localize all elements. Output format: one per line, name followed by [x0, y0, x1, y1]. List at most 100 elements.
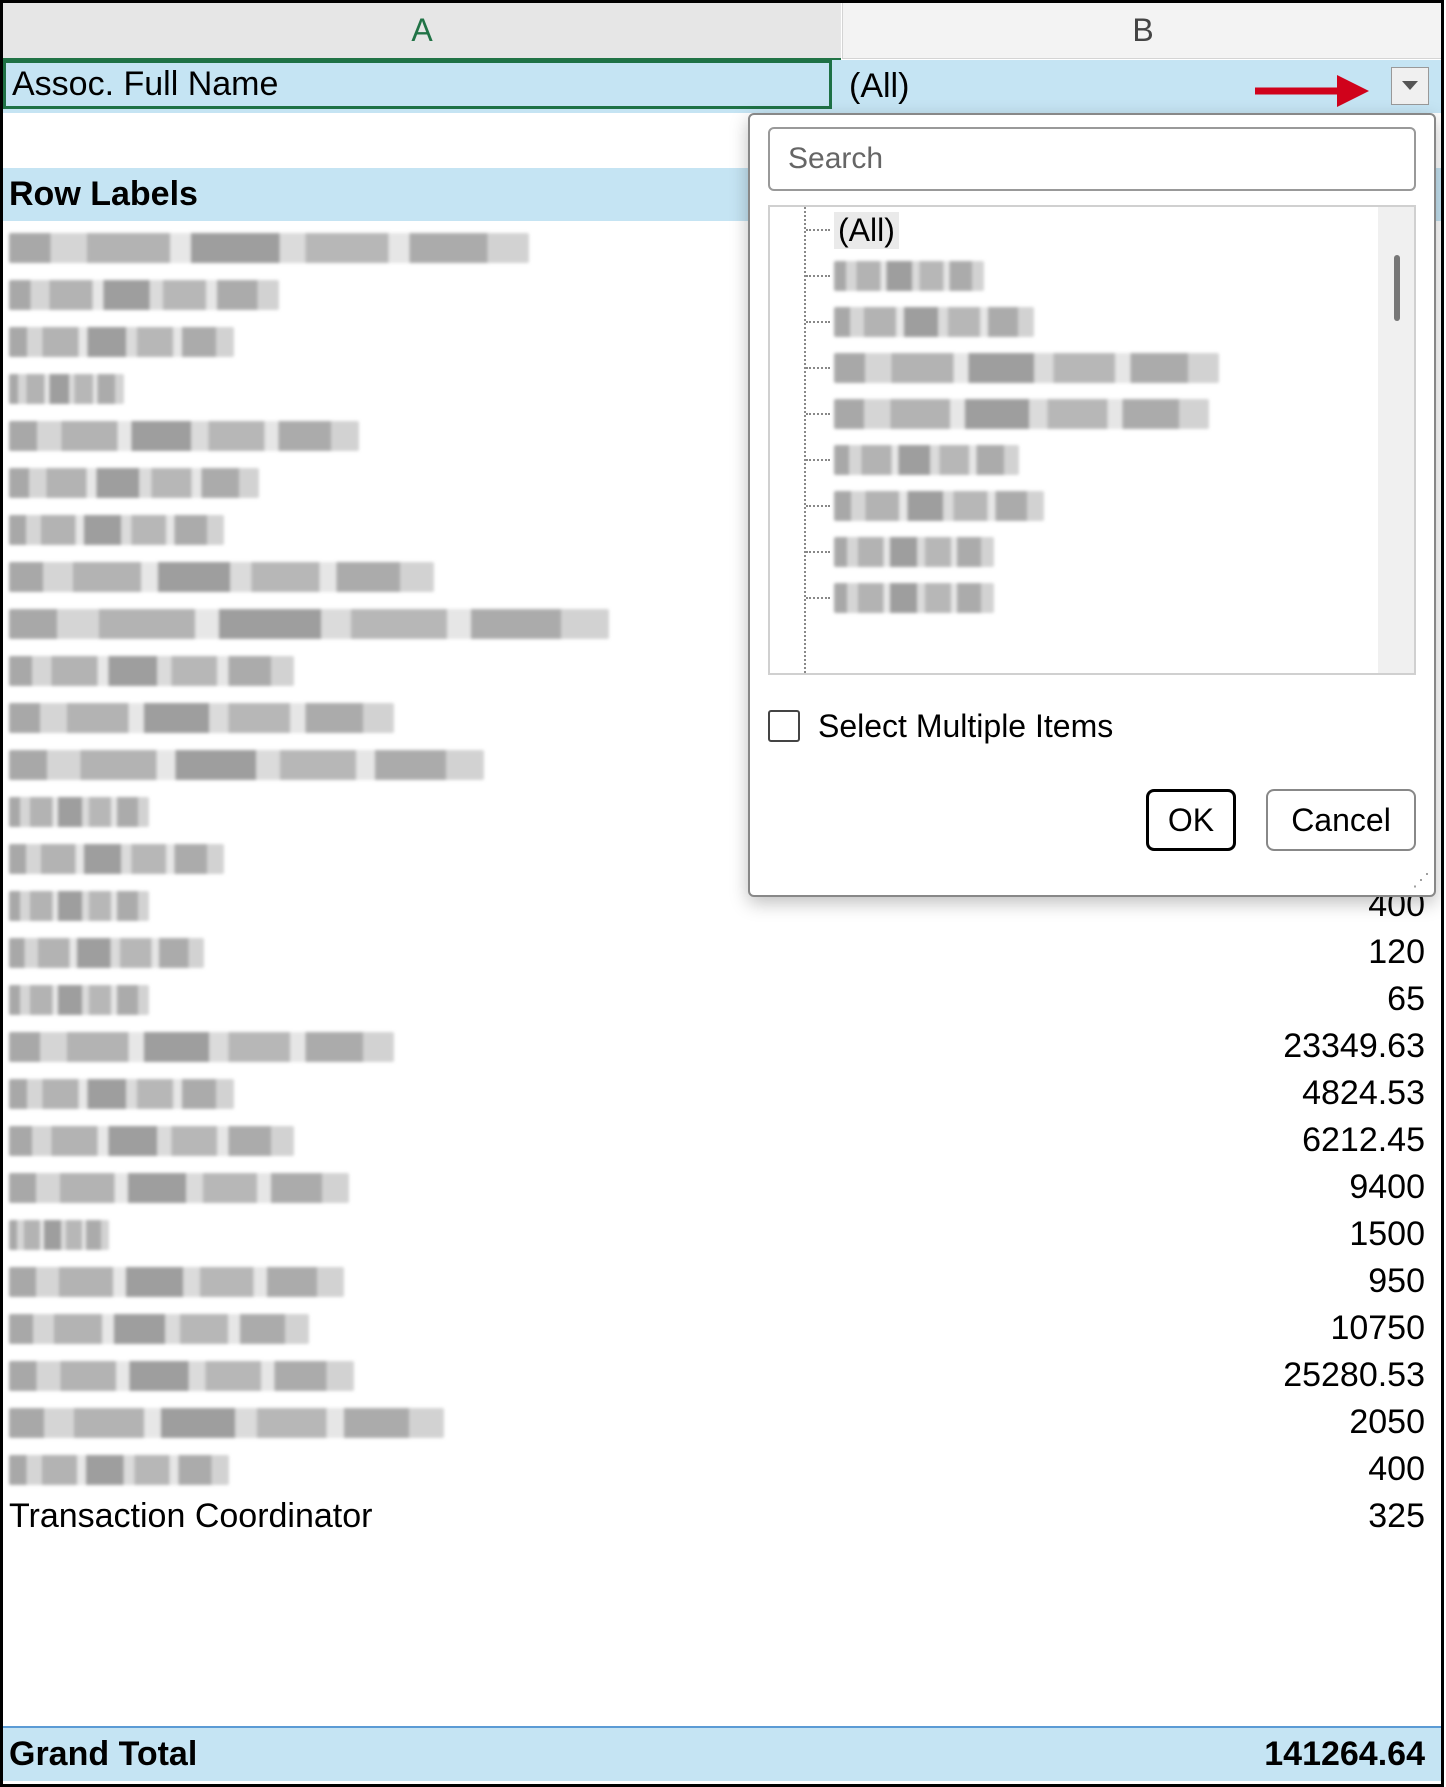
row-label[interactable]	[3, 1396, 839, 1449]
filter-item-all[interactable]: (All)	[806, 207, 899, 253]
filter-item[interactable]	[806, 437, 1019, 483]
pivot-row: 120	[3, 926, 1441, 979]
redacted-name	[9, 890, 149, 921]
redacted-name	[834, 307, 1034, 337]
row-label[interactable]	[3, 409, 839, 462]
ok-button[interactable]: OK	[1146, 789, 1236, 851]
row-label[interactable]	[3, 879, 839, 932]
row-value[interactable]: 325	[1368, 1490, 1425, 1543]
row-value[interactable]: 2050	[1349, 1396, 1425, 1449]
grand-total-label: Grand Total	[9, 1735, 198, 1773]
redacted-name	[9, 984, 149, 1015]
row-value[interactable]: 4824.53	[1302, 1067, 1425, 1120]
row-label[interactable]	[3, 832, 839, 885]
row-label[interactable]	[3, 691, 839, 744]
row-value[interactable]: 950	[1368, 1255, 1425, 1308]
row-label[interactable]	[3, 597, 839, 650]
redacted-name	[9, 1407, 444, 1438]
scrollbar-thumb[interactable]	[1394, 255, 1400, 321]
filter-item[interactable]	[806, 483, 1044, 529]
pivot-row: 2050	[3, 1396, 1441, 1449]
row-value[interactable]: 1500	[1349, 1208, 1425, 1261]
resize-grip-icon[interactable]: ⋰	[1412, 870, 1430, 891]
row-label[interactable]	[3, 644, 839, 697]
pivot-row: 6212.45	[3, 1114, 1441, 1167]
redacted-name	[834, 537, 994, 567]
row-label[interactable]	[3, 1302, 839, 1355]
row-labels-header[interactable]: Row Labels	[3, 168, 839, 221]
cancel-button[interactable]: Cancel	[1266, 789, 1416, 851]
redacted-name	[9, 561, 434, 592]
pivot-row: 1500	[3, 1208, 1441, 1261]
redacted-name	[9, 796, 149, 827]
spreadsheet-window: A B Assoc. Full Name (All) Row Labels 28…	[0, 0, 1444, 1787]
row-label[interactable]: Transaction Coordinator	[3, 1490, 839, 1543]
list-scrollbar[interactable]	[1378, 207, 1414, 673]
row-label[interactable]	[3, 738, 839, 791]
redacted-name	[9, 1031, 394, 1062]
filter-item[interactable]	[806, 345, 1219, 391]
redacted-name	[9, 514, 224, 545]
pivot-row: 9400	[3, 1161, 1441, 1214]
select-multiple-items[interactable]: Select Multiple Items	[768, 703, 1113, 749]
filter-item-list[interactable]: (All)	[768, 205, 1416, 675]
row-label[interactable]	[3, 1255, 839, 1308]
row-value[interactable]: 120	[1368, 926, 1425, 979]
column-header-a[interactable]: A	[3, 3, 841, 61]
row-label[interactable]	[3, 268, 839, 321]
redacted-name	[9, 420, 359, 451]
row-label[interactable]	[3, 1067, 839, 1120]
row-label[interactable]	[3, 221, 839, 274]
select-multiple-checkbox[interactable]	[768, 710, 800, 742]
redacted-name	[9, 1266, 344, 1297]
filter-item[interactable]	[806, 299, 1034, 345]
row-value[interactable]: 400	[1368, 1443, 1425, 1496]
redacted-name	[834, 491, 1044, 521]
row-label[interactable]	[3, 550, 839, 603]
search-input[interactable]	[768, 127, 1416, 191]
row-label[interactable]	[3, 503, 839, 556]
filter-item[interactable]	[806, 575, 994, 621]
redacted-name	[834, 445, 1019, 475]
redacted-name	[834, 353, 1219, 383]
redacted-name	[9, 655, 294, 686]
row-label[interactable]	[3, 315, 839, 368]
column-header-b[interactable]: B	[842, 3, 1441, 59]
row-label[interactable]	[3, 926, 839, 979]
row-label[interactable]	[3, 973, 839, 1026]
grand-total-row: Grand Total 141264.64	[3, 1726, 1441, 1781]
filter-dropdown-button[interactable]	[1391, 67, 1429, 105]
redacted-name	[9, 373, 124, 404]
pivot-row: 23349.63	[3, 1020, 1441, 1073]
row-label[interactable]	[3, 1349, 839, 1402]
grand-total-value: 141264.64	[1264, 1735, 1425, 1773]
row-label[interactable]	[3, 785, 839, 838]
redacted-name	[9, 1360, 354, 1391]
row-label[interactable]	[3, 1161, 839, 1214]
filter-field-label[interactable]: Assoc. Full Name	[3, 60, 832, 109]
row-value[interactable]: 65	[1387, 973, 1425, 1026]
row-value[interactable]: 6212.45	[1302, 1114, 1425, 1167]
row-value[interactable]: 23349.63	[1283, 1020, 1425, 1073]
filter-item-all-label: (All)	[834, 211, 899, 249]
row-label[interactable]	[3, 362, 839, 415]
filter-item[interactable]	[806, 529, 994, 575]
row-label[interactable]	[3, 1114, 839, 1167]
row-label[interactable]	[3, 1208, 839, 1261]
redacted-name	[834, 261, 984, 291]
redacted-name	[9, 843, 224, 874]
redacted-name	[9, 467, 259, 498]
redacted-name	[9, 749, 484, 780]
redacted-name	[9, 1219, 109, 1250]
row-label[interactable]	[3, 456, 839, 509]
filter-item[interactable]	[806, 253, 984, 299]
row-value[interactable]: 9400	[1349, 1161, 1425, 1214]
filter-item[interactable]	[806, 391, 1209, 437]
pivot-row: 950	[3, 1255, 1441, 1308]
row-value[interactable]: 10750	[1330, 1302, 1425, 1355]
redacted-name	[9, 1125, 294, 1156]
red-arrow-icon	[1255, 75, 1369, 107]
row-label[interactable]	[3, 1020, 839, 1073]
row-label[interactable]	[3, 1443, 839, 1496]
row-value[interactable]: 25280.53	[1283, 1349, 1425, 1402]
